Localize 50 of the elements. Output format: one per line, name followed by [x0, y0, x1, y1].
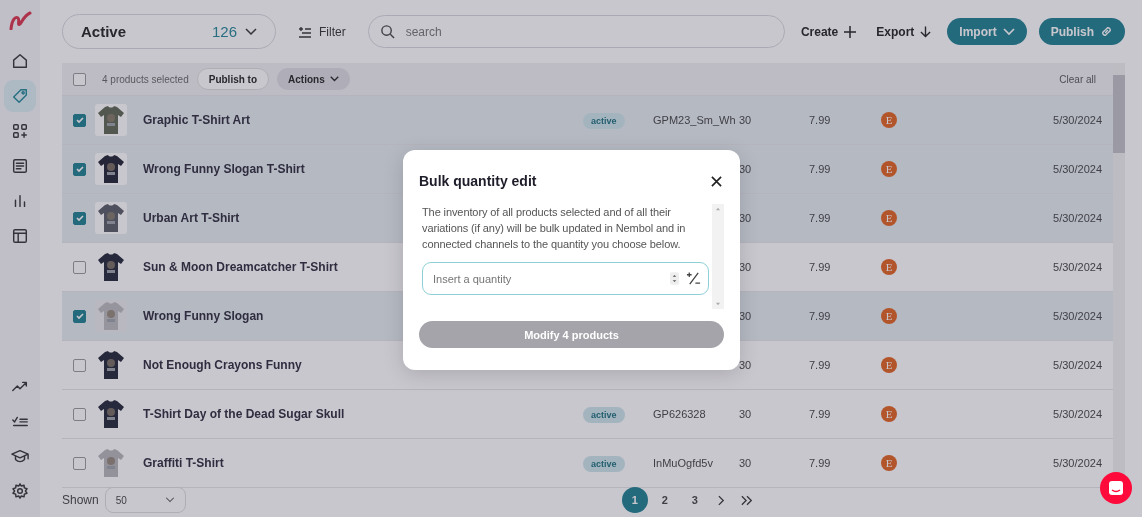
modal-description: The inventory of all products selected and of all their variations (if any) will be bulk updated in Nembol and in connected channels to the quantity you choose below. [422, 205, 687, 252]
quantity-text: 30 [739, 114, 753, 126]
product-name: Urban Art T-Shirt [143, 211, 240, 225]
date-text: 5/30/2024 [1052, 261, 1102, 273]
date-text: 5/30/2024 [1052, 163, 1102, 175]
quantity-text: 30 [739, 163, 753, 175]
price-text: 7.99 [809, 163, 832, 175]
quantity-text: 30 [739, 457, 753, 469]
quantity-text: 30 [739, 359, 753, 371]
price-text: 7.99 [809, 114, 832, 126]
date-text: 5/30/2024 [1052, 310, 1102, 322]
channel-badge: E [881, 357, 897, 373]
price-text: 7.99 [809, 212, 832, 224]
product-name: Wrong Funny Slogan T-Shirt [143, 162, 305, 176]
channel-badge: E [881, 210, 897, 226]
status-badge: active [583, 456, 625, 472]
price-text: 7.99 [809, 408, 832, 420]
product-name: Sun & Moon Dreamcatcher T-Shirt [143, 260, 338, 274]
sku-text: InMuOgfd5v [653, 457, 713, 469]
channel-badge: E [881, 161, 897, 177]
sku-text: GP626328 [653, 408, 706, 420]
price-text: 7.99 [809, 359, 832, 371]
quantity-text: 30 [739, 310, 753, 322]
price-text: 7.99 [809, 261, 832, 273]
channel-badge: E [881, 259, 897, 275]
price-text: 7.99 [809, 457, 832, 469]
product-name: Graphic T-Shirt Art [143, 113, 250, 127]
quantity-text: 30 [739, 261, 753, 273]
product-name: Graffiti T-Shirt [143, 456, 224, 470]
channel-badge: E [881, 112, 897, 128]
status-badge: active [583, 407, 625, 423]
selection-count: 4 products selected [102, 73, 189, 85]
channel-badge: E [881, 455, 897, 471]
price-text: 7.99 [809, 310, 832, 322]
modal-title: Bulk quantity edit [419, 173, 537, 189]
quantity-text: 30 [739, 408, 753, 420]
date-text: 5/30/2024 [1052, 457, 1102, 469]
shown-label: Shown [62, 493, 99, 507]
date-text: 5/30/2024 [1052, 212, 1102, 224]
product-name: Not Enough Crayons Funny [143, 358, 302, 372]
product-name: T-Shirt Day of the Dead Sugar Skull [143, 407, 345, 421]
channel-badge: E [881, 308, 897, 324]
quantity-text: 30 [739, 212, 753, 224]
channel-badge: E [881, 406, 897, 422]
sku-text: GPM23_Sm_Wh [653, 114, 736, 126]
status-badge: active [583, 113, 625, 129]
date-text: 5/30/2024 [1052, 408, 1102, 420]
product-name: Wrong Funny Slogan [143, 309, 264, 323]
date-text: 5/30/2024 [1052, 359, 1102, 371]
date-text: 5/30/2024 [1052, 114, 1102, 126]
